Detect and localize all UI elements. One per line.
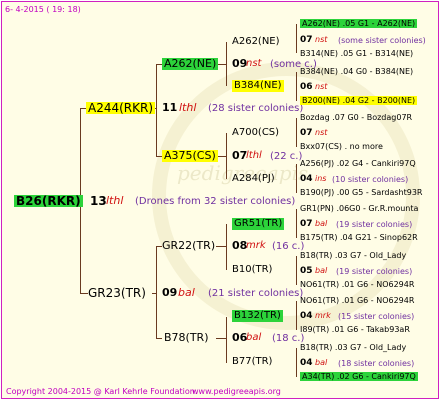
g1-year: 09 xyxy=(162,286,178,299)
g2-queen[interactable]: GR22(TR) xyxy=(162,240,215,252)
g4-father[interactable]: B18(TR) .03 G7 - Old_Lady xyxy=(300,250,406,262)
g3-queen[interactable]: A284(PJ) xyxy=(232,173,275,185)
connector xyxy=(156,64,157,156)
g4-year: 07 xyxy=(300,128,313,138)
g4-race: bal xyxy=(315,266,328,275)
g1-queen[interactable]: A244(RKR) xyxy=(86,102,156,114)
g4-father[interactable]: B18(TR) .03 G7 - Old_Lady xyxy=(300,342,406,354)
g4-race: ins xyxy=(315,174,327,183)
g2-race: nst xyxy=(246,58,262,69)
connector xyxy=(296,118,297,147)
g4-row: A262(NE) .05 G1 - A262(NE) xyxy=(300,18,418,30)
footer-copyright: Copyright 2004-2015 @ Karl Kehrle Founda… xyxy=(6,387,198,396)
root-race: lthl xyxy=(106,194,124,207)
g4-year: 04 xyxy=(300,358,313,368)
connector xyxy=(156,338,162,339)
connector xyxy=(296,348,297,377)
g3-queen[interactable]: B77(TR) xyxy=(232,356,272,368)
g4-row: A34(TR) .02 G6 - Cankiri97Q xyxy=(300,371,418,383)
g4-race: nst xyxy=(315,82,328,91)
g4-note: (19 sister colonies) xyxy=(336,267,413,276)
g4-note: (15 sister colonies) xyxy=(338,312,415,321)
g2-race: bal xyxy=(246,332,262,343)
g1-note: (28 sister colonies) xyxy=(208,103,304,114)
connector xyxy=(296,256,297,285)
g4-mother[interactable]: B190(PJ) .00 G5 - Sardasht93R xyxy=(300,187,422,199)
g1-note: (21 sister colonies) xyxy=(208,288,304,299)
g1-race: bal xyxy=(178,286,195,299)
g4-father[interactable]: A256(PJ) .02 G4 - Cankiri97Q xyxy=(300,158,416,170)
connector xyxy=(216,246,227,247)
g4-mother[interactable]: B314(NE) .05 G1 - B314(NE) xyxy=(300,48,413,60)
root-year: 13 xyxy=(90,194,107,208)
g1-year: 11 xyxy=(162,101,178,114)
g4-father[interactable]: NO61(TR) .01 G6 - NO6294R xyxy=(300,295,414,307)
connector xyxy=(226,224,227,270)
g4-father[interactable]: GR1(PN) .06G0 - Gr.R.mounta xyxy=(300,203,418,215)
g4-mother[interactable]: NO61(TR) .01 G6 - NO6294R xyxy=(300,279,414,291)
g2-note: (22 c.) xyxy=(270,151,303,162)
g4-year: 07 xyxy=(300,219,313,229)
g4-mother[interactable]: B200(NE) .04 G2 - B200(NE) xyxy=(300,96,418,105)
g4-note: (10 sister colonies) xyxy=(332,175,409,184)
pedigree-chart: pedigreeapis 6- 4-2015 ( 19: 18) B26(RKR… xyxy=(1,1,439,399)
g4-year: 06 xyxy=(300,82,313,92)
g3-queen[interactable]: B132(TR) xyxy=(232,310,283,322)
g4-note: (19 sister colonies) xyxy=(336,220,413,229)
g4-race: bal xyxy=(315,219,328,228)
g4-race: bal xyxy=(315,358,328,367)
connector xyxy=(226,317,227,363)
g4-race: mrk xyxy=(315,311,331,320)
connector xyxy=(296,209,297,238)
g4-row: B200(NE) .04 G2 - B200(NE) xyxy=(300,95,418,107)
timestamp: 6- 4-2015 ( 19: 18) xyxy=(5,5,81,14)
g4-year: 05 xyxy=(300,266,313,276)
g4-note: (18 sister colonies) xyxy=(338,359,415,368)
g4-year: 04 xyxy=(300,311,313,321)
g2-race: lthl xyxy=(246,150,262,161)
g2-queen[interactable]: A262(NE) xyxy=(162,58,219,70)
g3-queen[interactable]: B10(TR) xyxy=(232,264,272,276)
connector xyxy=(296,301,297,330)
g4-mother[interactable]: A34(TR) .02 G6 - Cankiri97Q xyxy=(300,372,418,381)
g4-mother[interactable]: Bxx07(CS) . no more xyxy=(300,141,383,153)
connector xyxy=(152,293,157,294)
connector xyxy=(156,246,157,338)
footer-link[interactable]: www.pedigreeapis.org xyxy=(192,386,281,398)
g4-mother[interactable]: B175(TR) .04 G21 - Sinop62R xyxy=(300,232,418,244)
connector xyxy=(296,72,297,101)
g4-note: (some sister colonies) xyxy=(338,36,426,45)
g4-race: nst xyxy=(315,35,328,44)
g4-year: 07 xyxy=(300,35,313,45)
g3-queen[interactable]: A262(NE) xyxy=(232,36,280,48)
g4-year: 04 xyxy=(300,174,313,184)
connector xyxy=(296,164,297,193)
g4-father[interactable]: A262(NE) .05 G1 - A262(NE) xyxy=(300,19,418,28)
g4-father[interactable]: Bozdag .07 G0 - Bozdag07R xyxy=(300,112,412,124)
root-queen[interactable]: B26(RKR) xyxy=(14,195,83,207)
connector xyxy=(216,338,227,339)
g4-father[interactable]: B384(NE) .04 G0 - B384(NE) xyxy=(300,66,413,78)
g2-queen[interactable]: B78(TR) xyxy=(164,332,209,344)
g3-queen[interactable]: A700(CS) xyxy=(232,127,279,139)
g3-queen[interactable]: B384(NE) xyxy=(232,80,284,92)
g4-race: nst xyxy=(315,128,328,137)
connector xyxy=(80,293,88,294)
g1-queen[interactable]: GR23(TR) xyxy=(88,287,146,299)
root-note: (Drones from 32 sister colonies) xyxy=(135,196,296,207)
connector xyxy=(296,24,297,53)
g4-mother[interactable]: I89(TR) .01 G6 - Takab93aR xyxy=(300,324,410,336)
g2-queen[interactable]: A375(CS) xyxy=(162,150,218,162)
g3-queen[interactable]: GR51(TR) xyxy=(232,218,285,230)
g2-race: mrk xyxy=(246,240,266,251)
g1-race: lthl xyxy=(179,101,197,114)
